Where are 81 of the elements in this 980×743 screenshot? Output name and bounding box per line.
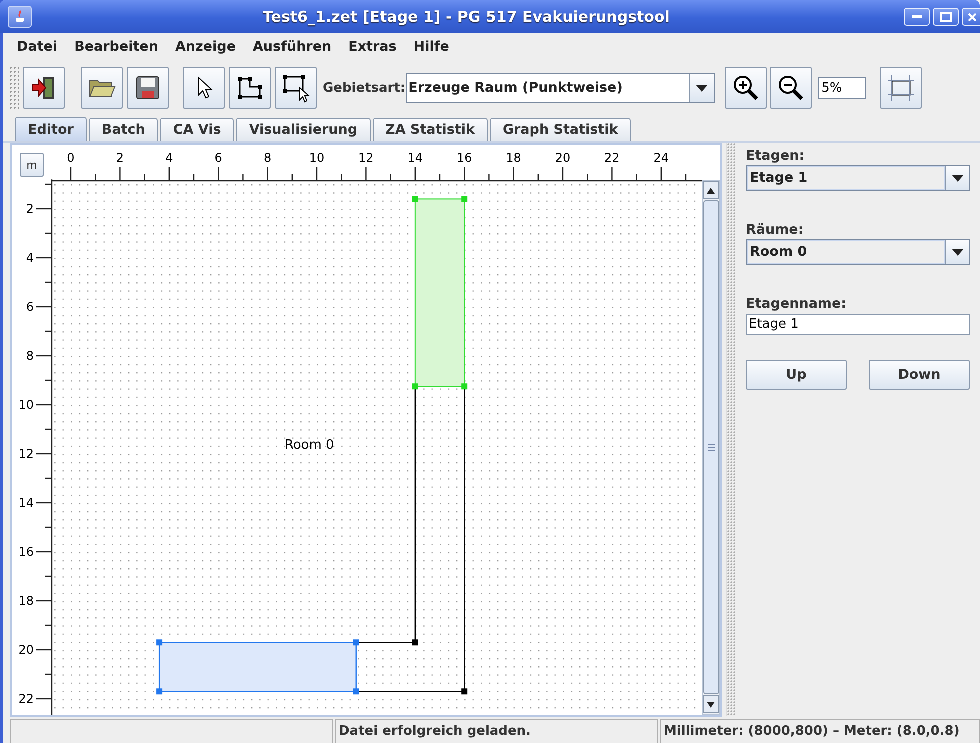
ruler-label: 24 [654, 151, 670, 165]
tab[interactable]: Batch [88, 118, 158, 141]
menu-item[interactable]: Datei [9, 37, 67, 57]
ruler-label: 20 [555, 151, 571, 165]
area-type-label: Gebietsart: [323, 80, 406, 96]
tab[interactable]: Editor [15, 117, 87, 141]
ruler-label: 18 [18, 594, 34, 608]
ruler-label: 20 [18, 643, 34, 657]
fit-frame-icon [886, 73, 916, 103]
ruler-label: 10 [309, 151, 325, 165]
save-button[interactable] [127, 67, 169, 109]
tab[interactable]: ZA Statistik [372, 118, 488, 141]
coordinates-readout: Millimeter: (8000,800) – Meter: (8.0,0.8) [660, 719, 980, 743]
floor-name-field[interactable]: Etage 1 [746, 314, 970, 335]
window-title: Test6_1.zet [Etage 1] - PG 517 Evakuierungstool [262, 8, 671, 26]
ruler-label: 16 [456, 151, 472, 165]
menu-item[interactable]: Ausführen [244, 37, 341, 57]
zoom-in-button[interactable] [724, 67, 767, 109]
ruler-label: 22 [18, 692, 34, 706]
zoom-out-icon [776, 74, 805, 102]
ruler-label: 8 [264, 151, 272, 165]
menu-item[interactable]: Extras [340, 37, 406, 57]
up-button[interactable]: Up [746, 360, 847, 390]
maximize-button[interactable] [933, 8, 959, 26]
ruler-label: 2 [26, 202, 34, 216]
dropdown-arrow-icon [696, 84, 708, 92]
ruler-label: 8 [26, 349, 34, 363]
maximize-icon [940, 12, 952, 22]
tab[interactable]: CA Vis [160, 118, 234, 141]
zoom-out-button[interactable] [770, 67, 812, 109]
ruler-label: 10 [18, 398, 34, 412]
open-button[interactable] [81, 67, 123, 109]
ruler-label: 4 [26, 251, 34, 265]
ruler-label: 4 [166, 151, 174, 165]
down-button[interactable]: Down [869, 360, 970, 390]
splitter-handle[interactable] [726, 143, 735, 716]
exit-button[interactable] [23, 67, 65, 109]
tab[interactable]: Graph Statistik [490, 118, 632, 141]
unit-button[interactable]: m [20, 153, 44, 177]
ruler-label: 2 [116, 151, 124, 165]
dropdown[interactable]: Room 0 [746, 239, 970, 265]
fit-view-button[interactable] [880, 67, 922, 109]
menu-item[interactable]: Hilfe [406, 37, 458, 57]
field-label: Etagenname: [746, 296, 848, 312]
ruler-label: 6 [214, 151, 222, 165]
app-icon[interactable] [8, 6, 32, 28]
field-label: Etagen: [746, 148, 806, 164]
close-button[interactable] [962, 8, 980, 26]
polygon-draw-icon [236, 75, 264, 101]
tab[interactable]: Visualisierung [236, 118, 371, 141]
rectangle-tool-button[interactable] [275, 67, 317, 109]
ruler-label: 18 [506, 151, 522, 165]
minimize-button[interactable] [904, 8, 930, 26]
menu-item[interactable]: Anzeige [167, 37, 245, 57]
ruler-label: 12 [18, 447, 34, 461]
area-type-dropdown[interactable]: Erzeuge Raum (Punktweise) [406, 73, 715, 103]
vertical-scrollbar[interactable] [702, 180, 720, 715]
ruler-label: 22 [604, 151, 620, 165]
ruler-label: 14 [18, 496, 34, 510]
room-area[interactable] [156, 640, 360, 695]
room-label: Room 0 [284, 438, 334, 454]
dropdown-arrow-icon [952, 248, 964, 256]
minimize-icon [912, 14, 922, 18]
zoom-in-icon [732, 74, 760, 102]
select-tool-button[interactable] [183, 67, 225, 109]
ruler-label: 0 [67, 151, 75, 165]
menu-item[interactable]: Bearbeiten [66, 37, 168, 57]
rectangle-draw-icon [281, 73, 311, 103]
status-message: Datei erfolgreich geladen. [335, 719, 658, 743]
dropdown[interactable]: Etage 1 [746, 165, 970, 191]
ruler-label: 6 [26, 300, 34, 314]
polygon-tool-button[interactable] [229, 67, 271, 109]
close-icon [968, 12, 976, 20]
field-label: Räume: [746, 222, 805, 238]
exit-door-icon [31, 75, 57, 101]
dropdown-arrow-icon [952, 174, 964, 182]
toolbar-grip[interactable] [9, 66, 19, 110]
ruler-label: 16 [18, 545, 34, 559]
ruler-label: 12 [358, 151, 374, 165]
zoom-field[interactable]: 5% [818, 77, 866, 99]
ruler-label: 14 [408, 151, 424, 165]
